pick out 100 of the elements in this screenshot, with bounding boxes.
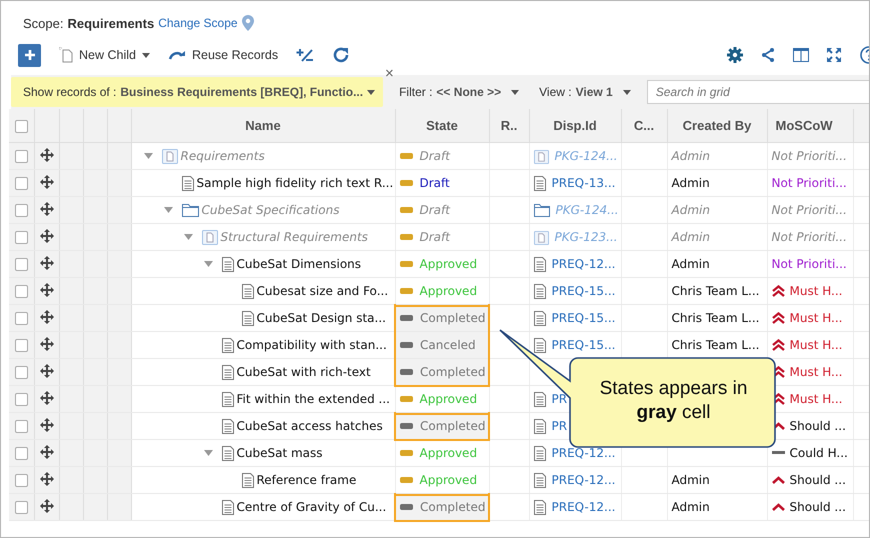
change-scope-link[interactable]: Change Scope: [158, 16, 238, 30]
column-header[interactable]: R..: [489, 109, 529, 142]
drag-handle-icon[interactable]: [40, 228, 54, 242]
add-button[interactable]: [18, 44, 41, 66]
display-id-link[interactable]: PREQ-12...: [552, 500, 616, 514]
filter-dropdown[interactable]: Filter : << None >>: [395, 85, 524, 99]
collapse-arrow-icon[interactable]: [144, 152, 152, 160]
column-header[interactable]: MoSCoW: [767, 109, 853, 142]
drag-handle-icon[interactable]: [40, 202, 54, 216]
display-id-link[interactable]: PREQ-15...: [552, 284, 616, 298]
drag-handle-icon[interactable]: [40, 498, 54, 512]
collapse-arrow-icon[interactable]: [184, 232, 192, 242]
collapse-arrow-icon[interactable]: [204, 448, 212, 458]
caret-icon: [367, 90, 376, 94]
display-id-link[interactable]: PREQ-12...: [552, 473, 616, 487]
row-checkbox[interactable]: [14, 285, 28, 298]
help-icon[interactable]: [859, 46, 869, 64]
search-field[interactable]: Search in grid: [646, 80, 869, 104]
row-checkbox[interactable]: [14, 231, 28, 244]
record-name[interactable]: Structural Requirements: [220, 230, 368, 244]
reuse-records-button[interactable]: Reuse Records: [168, 48, 278, 62]
moscow-text: Not Prioriti...: [772, 203, 847, 217]
record-name[interactable]: CubeSat Specifications: [202, 203, 340, 217]
row-checkbox[interactable]: [14, 447, 28, 460]
row-checkbox[interactable]: [14, 393, 28, 406]
display-id-link[interactable]: PR: [552, 419, 568, 433]
document-icon: [534, 392, 546, 406]
row-checkbox[interactable]: [14, 150, 28, 164]
display-id-link[interactable]: PREQ-15...: [552, 311, 616, 325]
state-text: Completed: [420, 418, 486, 433]
drag-handle-icon[interactable]: [40, 174, 54, 188]
state-text: Draft: [420, 176, 450, 190]
record-name[interactable]: Centre of Gravity of Cu...: [236, 500, 386, 514]
record-name[interactable]: Requirements: [180, 149, 265, 163]
columns-icon[interactable]: [793, 48, 809, 62]
column-header[interactable]: State: [395, 109, 489, 142]
record-name[interactable]: Compatibility with stan...: [236, 338, 387, 352]
record-type-filter[interactable]: Show records of : Business Requirements [BREQ], Functio...: [11, 77, 384, 107]
document-icon: [534, 500, 546, 514]
record-name[interactable]: Sample high fidelity rich text R...: [196, 176, 394, 190]
display-id-link[interactable]: PR: [552, 392, 568, 406]
state-text: Approved: [420, 257, 478, 271]
document-icon: [222, 392, 234, 406]
close-button[interactable]: ×: [385, 66, 394, 81]
row-checkbox[interactable]: [14, 177, 28, 190]
drag-handle-icon[interactable]: [40, 148, 54, 162]
record-name[interactable]: CubeSat mass: [236, 446, 323, 460]
new-child-button[interactable]: New Child: [59, 47, 150, 63]
document-icon: [222, 364, 234, 380]
drag-handle-icon[interactable]: [40, 364, 54, 378]
column-header[interactable]: C...: [621, 109, 667, 142]
column-header[interactable]: Name: [131, 109, 395, 142]
row-checkbox[interactable]: [14, 420, 28, 434]
record-name[interactable]: CubeSat Dimensions: [236, 257, 362, 271]
record-name[interactable]: CubeSat Design sta...: [256, 311, 386, 325]
view-dropdown[interactable]: View : View 1: [535, 85, 635, 99]
record-name[interactable]: Cubesat size and Fo...: [256, 284, 388, 298]
moscow-text: Should ...: [790, 500, 846, 514]
curved-arrow-icon: [168, 50, 186, 60]
row-checkbox[interactable]: [14, 312, 28, 326]
row-checkbox[interactable]: [14, 258, 28, 272]
drag-handle-icon[interactable]: [40, 256, 54, 270]
row-checkbox[interactable]: [14, 366, 28, 380]
record-name[interactable]: CubeSat with rich-text: [236, 365, 371, 379]
column-header[interactable]: Created By: [667, 109, 767, 142]
select-all-checkbox[interactable]: [14, 120, 28, 134]
moscow-text: Must H...: [790, 392, 842, 406]
drag-handle-icon[interactable]: [40, 390, 54, 404]
drag-handle-icon[interactable]: [40, 472, 54, 486]
column-header[interactable]: Disp.Id: [529, 109, 621, 142]
collapse-arrow-icon[interactable]: [164, 206, 172, 214]
display-id-link[interactable]: PREQ-12...: [552, 257, 616, 271]
created-by-text: Admin: [670, 176, 710, 190]
display-id-link[interactable]: PREQ-12...: [552, 446, 616, 460]
row-checkbox[interactable]: [14, 339, 28, 352]
share-icon[interactable]: [761, 48, 775, 62]
state-text: Draft: [420, 230, 450, 244]
display-id-link[interactable]: PREQ-15...: [552, 338, 616, 352]
record-name[interactable]: Reference frame: [256, 473, 356, 487]
display-id-link[interactable]: PREQ-13...: [552, 176, 616, 190]
drag-handle-icon[interactable]: [40, 444, 54, 458]
record-name[interactable]: CubeSat access hatches: [236, 419, 383, 433]
state-text: Completed: [420, 311, 486, 325]
drag-handle-icon[interactable]: [40, 282, 54, 296]
drag-handle-icon[interactable]: [40, 418, 54, 432]
row-checkbox[interactable]: [14, 474, 28, 488]
drag-handle-icon[interactable]: [40, 336, 54, 350]
created-by-text: Admin: [670, 230, 710, 244]
fullscreen-icon[interactable]: [827, 48, 841, 62]
collapse-arrow-icon[interactable]: [204, 260, 212, 268]
refresh-icon[interactable]: [332, 46, 350, 64]
document-icon: [222, 338, 234, 352]
created-by-text: Admin: [670, 500, 710, 514]
row-checkbox[interactable]: [14, 501, 28, 514]
settings-icon[interactable]: [727, 47, 743, 63]
moscow-text: Not Prioriti...: [772, 257, 847, 271]
drag-handle-icon[interactable]: [40, 310, 54, 324]
row-checkbox[interactable]: [14, 204, 28, 218]
plus-minus-icon[interactable]: [296, 48, 314, 62]
record-name[interactable]: Fit within the extended ...: [236, 392, 390, 406]
